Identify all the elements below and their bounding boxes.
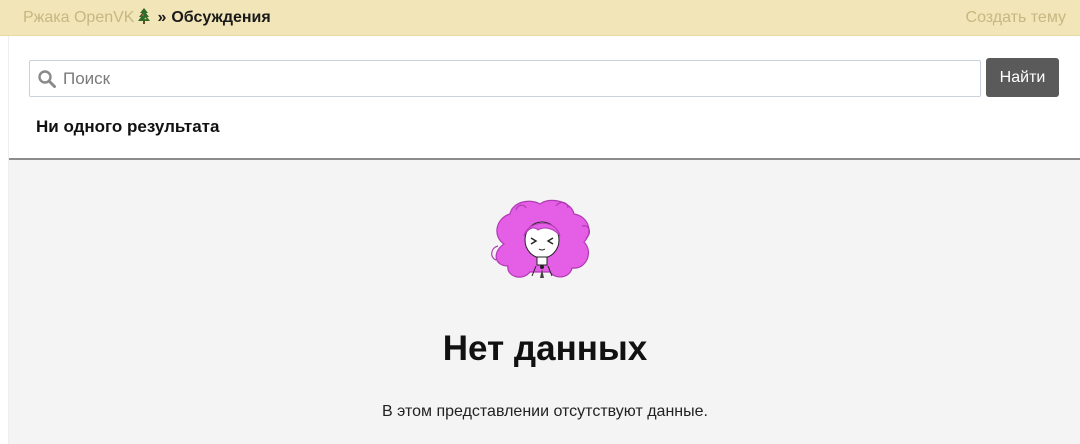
find-button[interactable]: Найти (986, 58, 1059, 97)
discussions-page: Ржака OpenVK »Обсуждения Создать тему Най… (0, 0, 1080, 444)
search-input[interactable] (63, 63, 963, 94)
empty-state-title: Нет данных (442, 329, 648, 368)
search-icon (37, 69, 57, 89)
header-bar: Ржака OpenVK » Обсуждения Создать тему (0, 0, 1080, 36)
search-box[interactable] (29, 60, 981, 97)
left-rail (0, 36, 9, 444)
breadcrumb-group-link[interactable]: Ржака OpenVK (23, 9, 134, 26)
breadcrumb: Ржака OpenVK » Обсуждения (23, 8, 271, 28)
results-count: Ни одного результата (36, 117, 220, 136)
empty-state-description: В этом представлении отсутствуют данные. (382, 403, 708, 420)
create-topic-link[interactable]: Создать тему (966, 8, 1066, 28)
breadcrumb-current: Обсуждения (171, 9, 271, 26)
tree-icon (137, 8, 151, 24)
mascot-illustration (486, 196, 598, 284)
breadcrumb-separator: » (157, 9, 167, 26)
